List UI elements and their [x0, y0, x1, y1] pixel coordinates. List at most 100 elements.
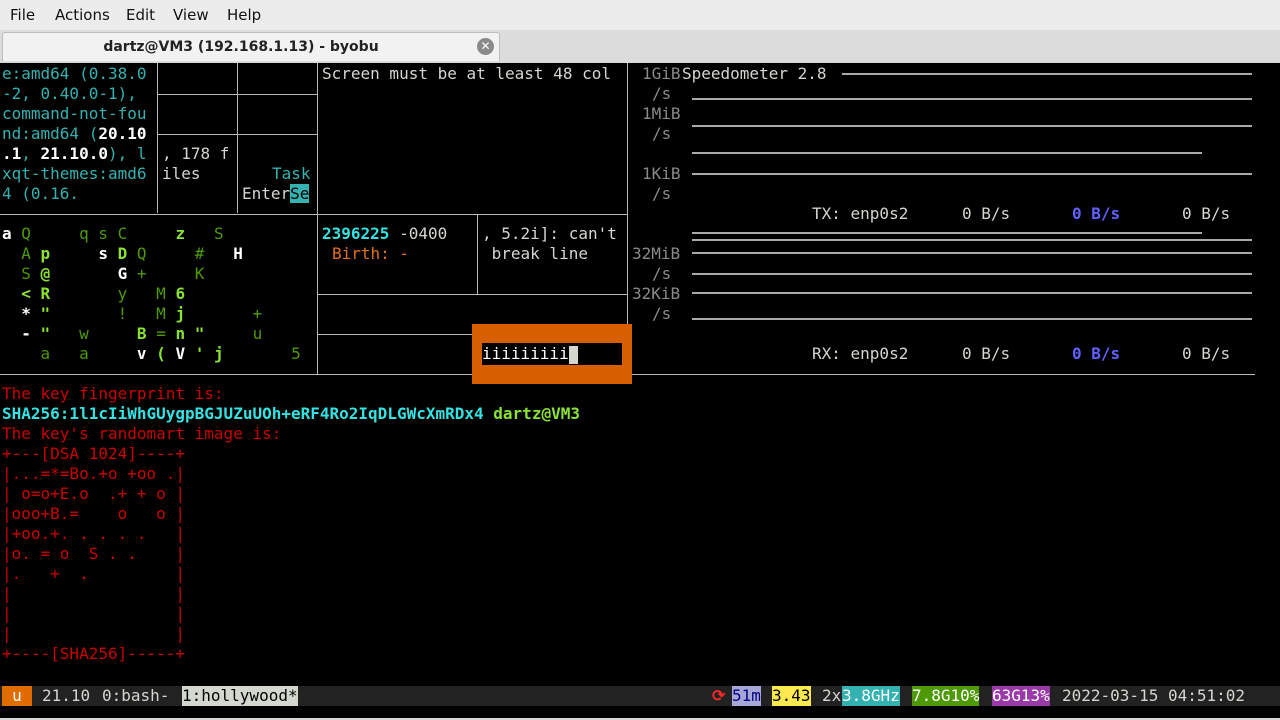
scale-label: 1GiB	[642, 64, 681, 83]
pane1-line: .1, 21.10.0), l	[2, 144, 147, 164]
stat-tz: -0400	[399, 224, 448, 243]
terminal-tab[interactable]: dartz@VM3 (192.168.1.13) - byobu ✕	[2, 32, 500, 61]
pane-divider	[477, 214, 478, 294]
graph-line	[692, 239, 1252, 241]
pane2-line: , 178 f	[162, 144, 230, 163]
cursor	[568, 345, 578, 364]
fingerprint-hash: SHA256:1l1cIiWhGUygpBGJUZuUOh+eRF4Ro2IqD…	[2, 404, 484, 423]
matrix-row: a a v ( V ' j 5	[40, 344, 301, 363]
graph-line	[692, 152, 1202, 154]
rx-value: 0 B/s	[1072, 344, 1121, 363]
randomart-line: +---[DSA 1024]----+	[2, 444, 186, 463]
menu-help[interactable]: Help	[227, 6, 261, 24]
popup-text: iiiiiiiii	[482, 344, 569, 363]
graph-line	[692, 318, 1252, 320]
fingerprint-line: SHA256:1l1cIiWhGUygpBGJUZuUOh+eRF4Ro2IqD…	[2, 404, 580, 424]
pane2-selected: Se	[290, 184, 310, 203]
pane2-enter-line: EnterSe	[242, 184, 310, 204]
pane2-enter: Enter	[242, 184, 291, 203]
speedometer-title: Speedometer 2.8	[682, 64, 827, 83]
pane1-bold: .1	[2, 144, 22, 163]
pane-divider	[157, 63, 158, 213]
randomart-line: | |	[2, 584, 186, 603]
window-tab-bash[interactable]: 0:bash-	[102, 686, 169, 706]
scale-label: /s	[652, 184, 672, 203]
pane1-line: command-not-fou	[2, 104, 147, 123]
release: 21.10	[42, 686, 91, 705]
menu-file[interactable]: File	[10, 6, 35, 24]
randomart-label: The key's randomart image is:	[2, 424, 282, 443]
pane1-line: 4 (0.16.	[2, 184, 80, 203]
error-line: , 5.2i]: can't	[482, 224, 617, 243]
pane-divider	[317, 63, 318, 375]
randomart-line: | |	[2, 604, 186, 623]
randomart-line: |+oo.+. . . . . |	[2, 524, 186, 543]
pane2-line: iles	[162, 164, 201, 183]
matrix-row: - " w B = n " u	[21, 324, 263, 343]
pane-divider	[157, 94, 317, 95]
randomart-line: | o=o+E.o .+ + o |	[2, 484, 186, 503]
randomart-line: +----[SHA256]-----+	[2, 644, 186, 663]
close-icon[interactable]: ✕	[477, 38, 494, 55]
graph-line	[692, 232, 1202, 234]
input-popup[interactable]: iiiiiiiii	[472, 324, 632, 384]
fingerprint-user: dartz@VM3	[493, 404, 580, 423]
rx-label: RX: enp0s2	[812, 344, 909, 363]
pane-divider	[0, 214, 627, 215]
error-line: break line	[482, 244, 588, 263]
menu-edit[interactable]: Edit	[126, 6, 155, 24]
scale-label: 32MiB	[632, 244, 681, 263]
stat-line: 2396225 -0400	[322, 224, 447, 244]
tx-value: 0 B/s	[962, 204, 1011, 223]
matrix-row: A p s D Q # H	[21, 244, 243, 263]
pane1-text: ), l	[107, 144, 147, 163]
pane1-line: -2, 0.40.0-1),	[2, 84, 137, 103]
graph-line	[692, 252, 1252, 254]
pane1-line: xqt-themes:amd6	[2, 164, 147, 183]
datetime: 2022-03-15 04:51:02	[1062, 686, 1246, 705]
graph-line	[692, 273, 1252, 275]
reboot-required-icon: ⟳	[712, 686, 726, 705]
menu-view[interactable]: View	[173, 6, 209, 24]
matrix-row: a Q q s C z S	[2, 224, 224, 243]
window-tab-hollywood[interactable]: 1:hollywood*	[182, 686, 298, 706]
graph-line	[692, 98, 1252, 100]
popup-input[interactable]: iiiiiiiii	[482, 343, 622, 365]
menu-actions[interactable]: Actions	[55, 6, 110, 24]
scale-label: /s	[652, 304, 672, 323]
memory-usage: 7.8G10%	[912, 686, 980, 706]
fingerprint-label: The key fingerprint is:	[2, 384, 224, 403]
ubuntu-logo: u	[2, 686, 32, 706]
rx-value: 0 B/s	[1182, 344, 1231, 363]
rx-value: 0 B/s	[962, 344, 1011, 363]
scale-label: /s	[652, 84, 672, 103]
pane1-text: ,	[21, 144, 41, 163]
randomart-line: |...=*=Bo.+o +oo .|	[2, 464, 186, 483]
matrix-row: < R y M 6	[21, 284, 186, 303]
menu-bar: File Actions Edit View Help	[0, 0, 1280, 30]
load-average: 3.43	[772, 686, 811, 706]
randomart-line: |o. = o S . . |	[2, 544, 186, 563]
graph-line	[842, 73, 1252, 75]
screen-size-warning: Screen must be at least 48 col	[322, 64, 611, 83]
pane1-line: nd:amd64 (20.10	[2, 124, 147, 144]
cpu-count: 2x	[822, 686, 842, 705]
disk-usage: 63G13%	[992, 686, 1050, 706]
tx-value: 0 B/s	[1182, 204, 1231, 223]
pane-divider	[157, 134, 317, 135]
randomart-line: |ooo+B.= o o |	[2, 504, 186, 523]
tx-label: TX: enp0s2	[812, 204, 909, 223]
byobu-status-bar: u 21.10 0:bash- 1:hollywood* ⟳ 51m 3.43 …	[0, 686, 1280, 706]
pane1-line: e:amd64 (0.38.0	[2, 64, 147, 83]
pane1-text: nd:amd64 (	[2, 124, 99, 143]
terminal[interactable]: e:amd64 (0.38.0 -2, 0.40.0-1), command-n…	[0, 63, 1280, 718]
scale-label: /s	[652, 264, 672, 283]
uptime: 51m	[732, 686, 761, 706]
pane-divider	[317, 294, 627, 295]
pane1-bold: 21.10.0	[40, 144, 108, 163]
tab-title: dartz@VM3 (192.168.1.13) - byobu	[103, 39, 379, 55]
pane2-task: Task	[272, 164, 311, 183]
graph-line	[692, 173, 1252, 175]
randomart-line: | |	[2, 624, 186, 643]
pane1-bold: 20.10	[98, 124, 147, 143]
